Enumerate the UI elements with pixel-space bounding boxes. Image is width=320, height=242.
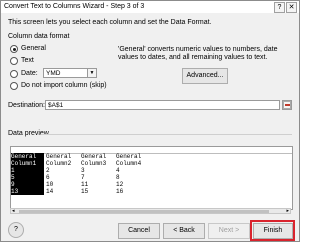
text-option-label[interactable]: Text [21,57,34,64]
scroll-left-icon[interactable]: ◂ [12,208,15,214]
preview-cell: 4 [116,167,120,174]
preview-cell: 8 [116,174,120,181]
preview-cell: 6 [46,174,50,181]
column-header: General [81,153,107,160]
close-button[interactable]: ✕ [286,2,297,13]
scroll-right-icon[interactable]: ▸ [286,208,289,214]
back-button[interactable]: < Back [163,223,205,239]
wizard-dialog: Convert Text to Columns Wizard - Step 3 … [0,0,300,242]
preview-cell: Column1 [11,160,37,167]
dialog-title: Convert Text to Columns Wizard - Step 3 … [4,3,145,10]
preview-cell: 11 [81,181,89,188]
preview-cell: 16 [116,188,124,195]
preview-divider [41,134,292,135]
date-option-label[interactable]: Date: [21,70,38,77]
text-radio[interactable] [10,57,18,65]
finish-highlight-box [250,220,295,241]
column-header: General [11,153,37,160]
preview-column-2[interactable]: General Column2 2 6 10 14 [46,153,79,195]
skip-radio[interactable] [10,82,18,90]
range-select-icon [283,101,291,109]
column-header: General [46,153,72,160]
title-bar: Convert Text to Columns Wizard - Step 3 … [1,1,299,13]
preview-cell: 9 [11,181,15,188]
destination-label: Destination: [8,102,45,109]
preview-column-3[interactable]: General Column3 3 7 11 15 [81,153,114,195]
preview-cell: 5 [11,174,15,181]
date-format-select[interactable]: YMD ▼ [43,68,97,78]
column-header: General [116,153,142,160]
preview-cell: Column4 [116,160,142,167]
help-button[interactable]: ? [274,2,285,13]
preview-cell: 2 [46,167,50,174]
next-button[interactable]: Next > [208,223,250,239]
data-preview-grid[interactable]: General Column1 1 5 9 13 General Column2… [10,146,293,210]
preview-cell: 10 [46,181,54,188]
collapse-dialog-button[interactable] [282,100,292,110]
scrollbar-thumb[interactable] [19,210,269,213]
date-radio[interactable] [10,70,18,78]
preview-cell: 14 [46,188,54,195]
help-icon-button[interactable]: ? [8,222,24,238]
preview-column-1[interactable]: General Column1 1 5 9 13 [11,153,44,195]
preview-cell: 7 [81,174,85,181]
preview-cell: 15 [81,188,89,195]
preview-column-4[interactable]: General Column4 4 8 12 16 [116,153,149,195]
question-mark-icon: ? [14,226,18,233]
preview-cell: 12 [116,181,124,188]
instructions-text: This screen lets you select each column … [8,19,212,26]
preview-cell: 3 [81,167,85,174]
skip-option-label[interactable]: Do not import column (skip) [21,82,107,89]
preview-horizontal-scrollbar[interactable]: ◂ ▸ [10,208,291,214]
general-option-label[interactable]: General [21,45,46,52]
chevron-down-icon[interactable]: ▼ [87,69,96,77]
preview-cell: 13 [11,188,19,195]
column-format-label: Column data format [8,33,70,40]
advanced-button[interactable]: Advanced... [182,68,228,84]
general-radio[interactable] [10,45,18,53]
preview-cell: 1 [11,167,15,174]
preview-cell: Column2 [46,160,72,167]
preview-cell: Column3 [81,160,107,167]
cancel-button[interactable]: Cancel [118,223,160,239]
date-format-value: YMD [46,70,61,77]
destination-field[interactable]: $A$1 [45,100,280,110]
format-description: 'General' converts numeric values to num… [118,46,278,61]
